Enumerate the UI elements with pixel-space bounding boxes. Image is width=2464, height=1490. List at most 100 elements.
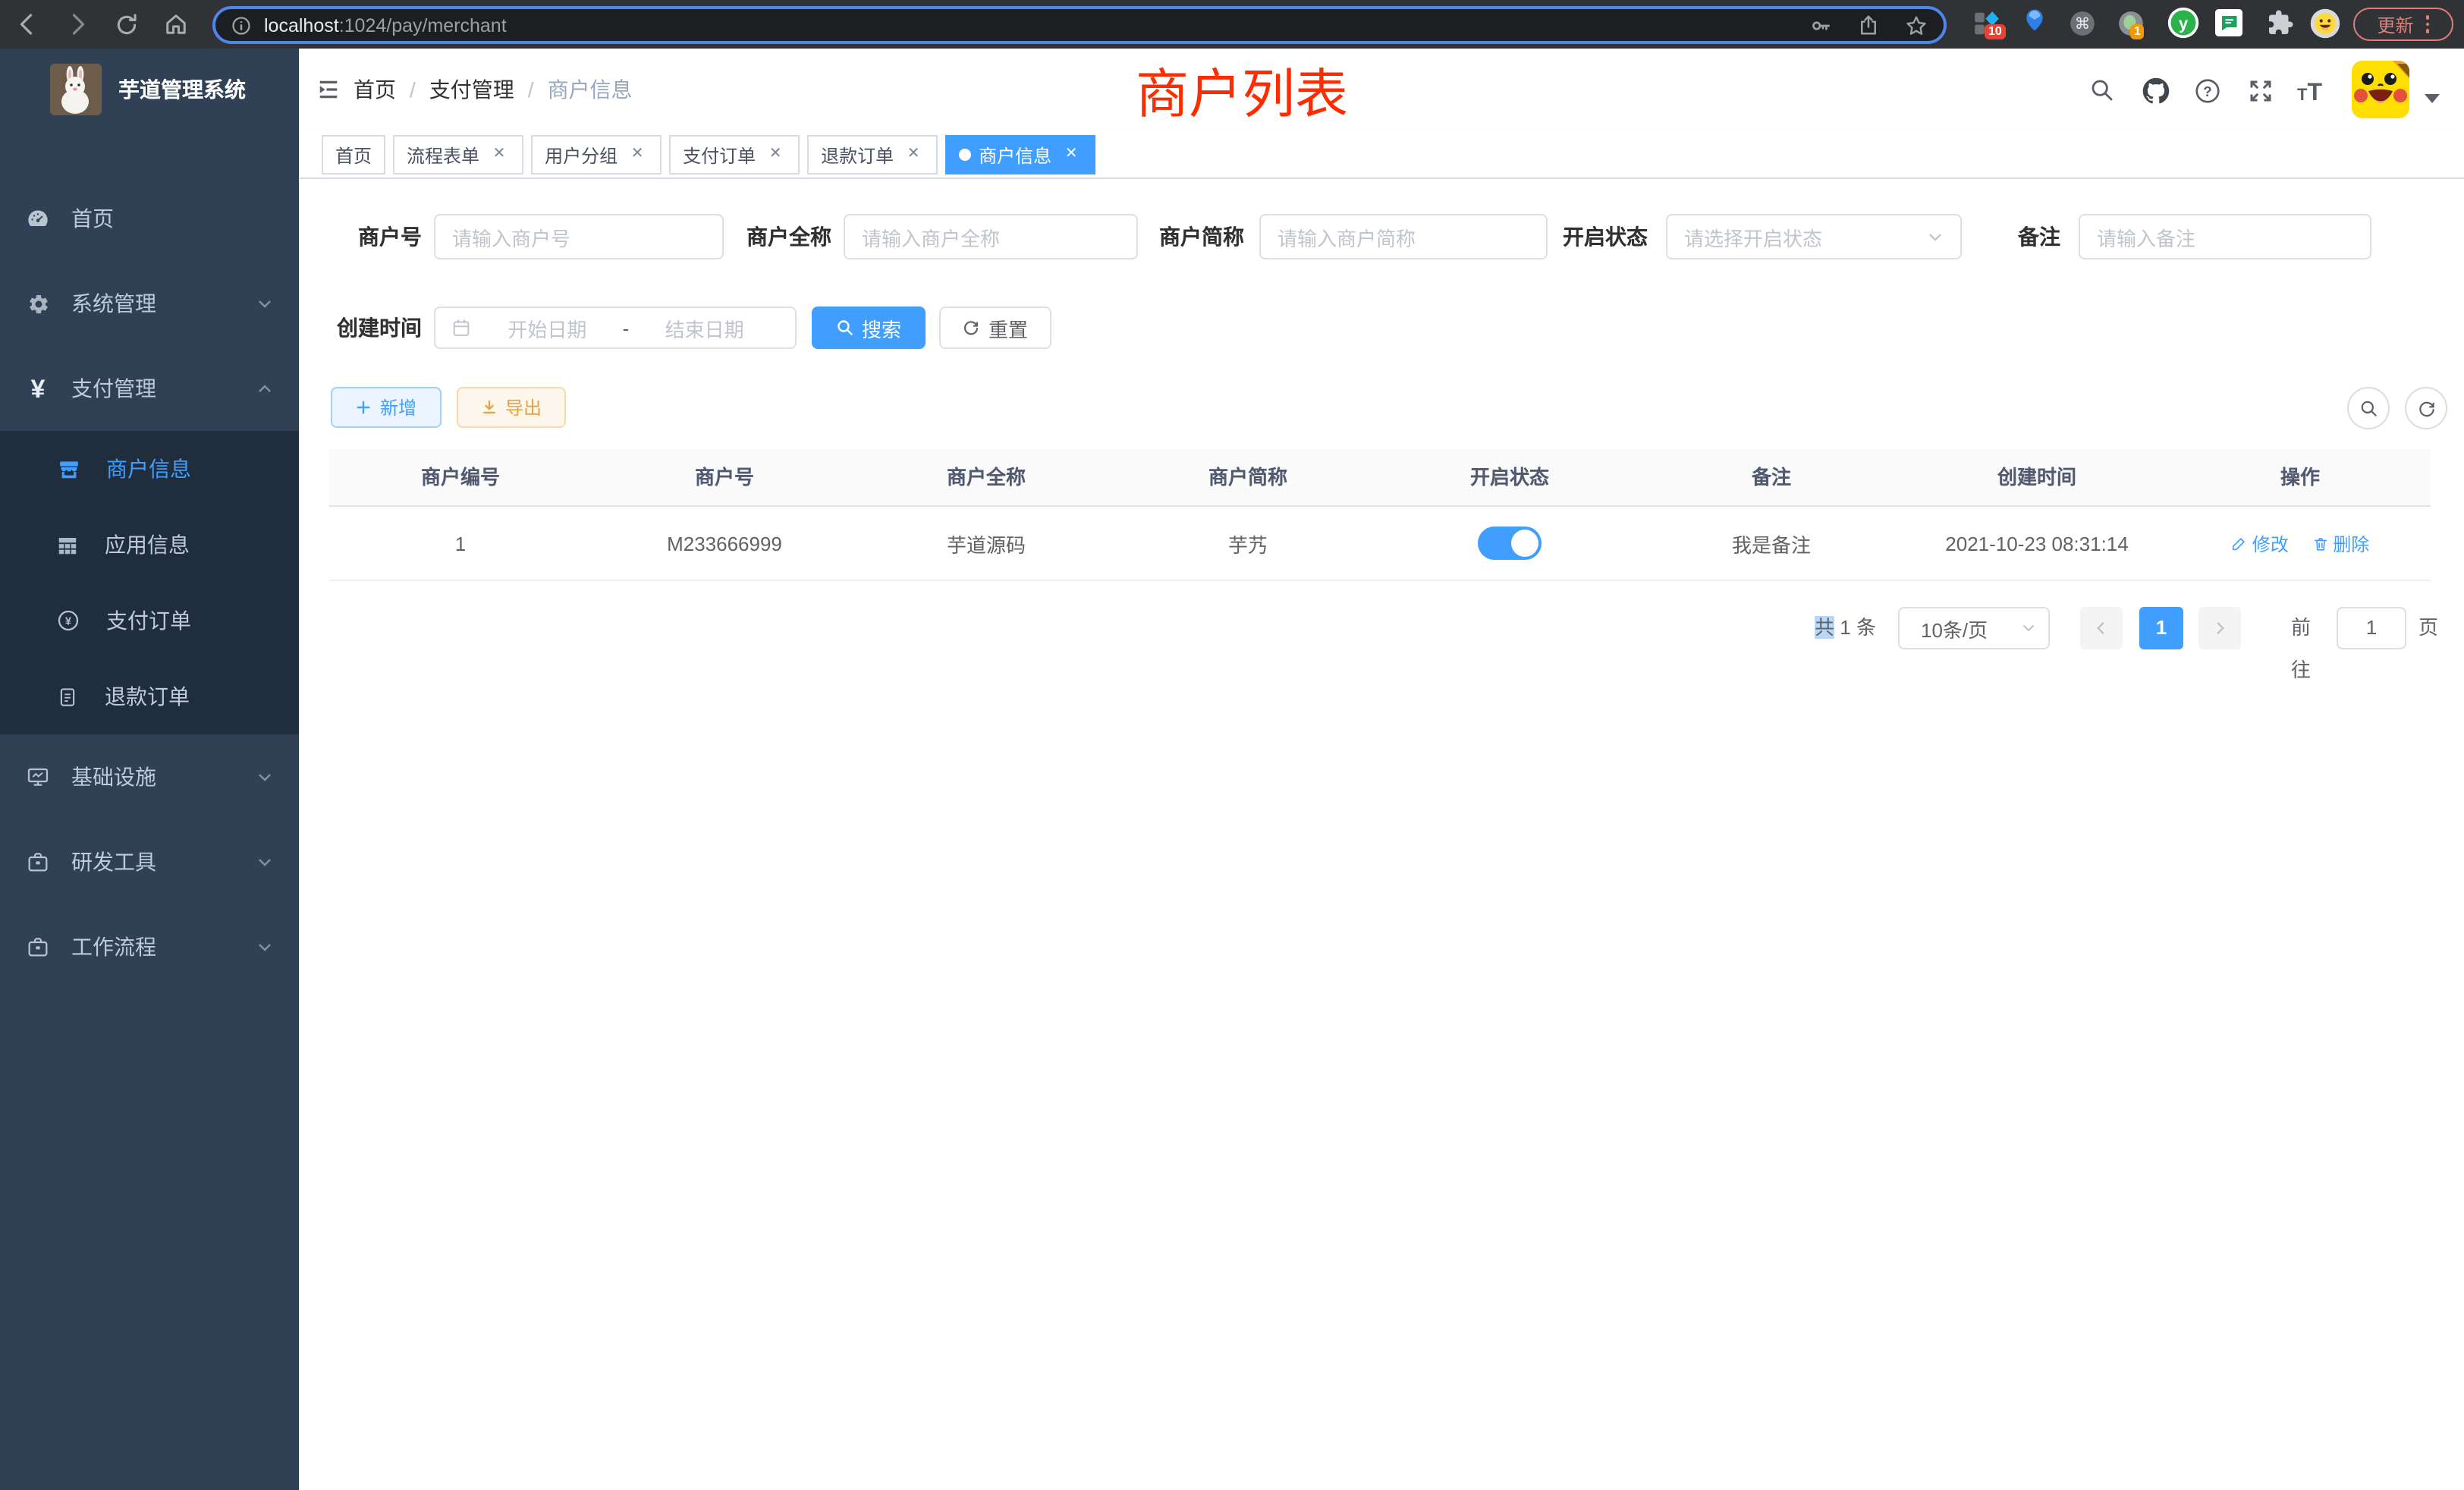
tab-pay-order[interactable]: 支付订单✕: [669, 135, 800, 174]
edit-link[interactable]: 修改: [2231, 530, 2289, 556]
tab-refund-order[interactable]: 退款订单✕: [807, 135, 938, 174]
site-info-icon[interactable]: [231, 14, 252, 36]
github-icon[interactable]: [2142, 77, 2170, 105]
sidebar-item-refund-order[interactable]: 退款订单: [0, 659, 299, 734]
status-select[interactable]: 请选择开启状态: [1666, 214, 1962, 259]
pagination-total: 共 1 条: [1815, 607, 1876, 649]
svg-text:y: y: [2179, 14, 2189, 33]
column-header: 商户号: [592, 449, 857, 505]
sidebar-item-label: 基础设施: [71, 762, 156, 792]
current-page[interactable]: 1: [2139, 607, 2183, 649]
extension-chat-icon[interactable]: [2215, 9, 2242, 36]
column-header: 商户简称: [1115, 449, 1381, 505]
prev-page-button[interactable]: [2080, 607, 2123, 649]
sidebar-item-label: 研发工具: [71, 847, 156, 877]
sidebar-item-workflow[interactable]: 工作流程: [0, 904, 299, 989]
column-header: 创建时间: [1904, 449, 2170, 505]
document-icon: [56, 685, 79, 708]
gear-icon: [26, 292, 50, 315]
tab-merchant-info[interactable]: 商户信息✕: [945, 135, 1095, 174]
browser-back-icon[interactable]: [14, 11, 41, 38]
extension-badge: 1: [2130, 24, 2145, 39]
sidebar-item-infra[interactable]: 基础设施: [0, 734, 299, 819]
svg-text:⌘: ⌘: [2075, 15, 2091, 33]
cell-full-name: 芋道源码: [857, 529, 1115, 558]
sidebar-item-pay[interactable]: ¥ 支付管理: [0, 346, 299, 431]
merchant-name-input[interactable]: 请输入商户全称: [844, 214, 1138, 259]
browser-home-icon[interactable]: [162, 11, 190, 38]
chevron-down-icon: [2021, 621, 2036, 636]
font-size-icon[interactable]: TT: [2297, 80, 2322, 108]
close-icon[interactable]: ✕: [489, 144, 510, 165]
close-icon[interactable]: ✕: [1061, 144, 1082, 165]
page-size-select[interactable]: 10条/页: [1898, 607, 2050, 649]
search-button[interactable]: 搜索: [812, 306, 926, 349]
sidebar-item-system[interactable]: 系统管理: [0, 261, 299, 346]
merchant-no-input[interactable]: 请输入商户号: [434, 214, 724, 259]
app-title: 芋道管理系统: [118, 74, 246, 105]
caret-down-icon[interactable]: [2425, 94, 2440, 105]
browser-chrome: localhost:1024/pay/merchant 10 ⌘: [0, 0, 2464, 49]
close-icon[interactable]: ✕: [627, 144, 648, 165]
sidebar-item-pay-order[interactable]: ¥ 支付订单: [0, 583, 299, 659]
sidebar-item-devtools[interactable]: 研发工具: [0, 819, 299, 904]
toolbox-icon: [26, 935, 50, 959]
extension-sketch-icon[interactable]: 10: [1972, 9, 2001, 38]
update-label: 更新: [2377, 11, 2413, 37]
filter-label-merchant-no: 商户号: [319, 214, 422, 259]
avatar[interactable]: [2352, 61, 2409, 118]
goto-page-input[interactable]: 1: [2337, 607, 2406, 649]
profile-emoji-icon[interactable]: [2309, 8, 2341, 39]
navbar: 首页 / 支付管理 / 商户信息 商户列表 ?: [299, 49, 2464, 130]
help-icon[interactable]: ?: [2194, 77, 2221, 105]
tab-home[interactable]: 首页: [322, 135, 385, 174]
next-page-button[interactable]: [2198, 607, 2241, 649]
browser-reload-icon[interactable]: [114, 11, 141, 38]
tags-view: 首页 流程表单✕ 用户分组✕ 支付订单✕ 退款订单✕ 商户信息✕: [299, 130, 2464, 179]
refresh-button[interactable]: [2405, 387, 2447, 429]
browser-update-button[interactable]: 更新: [2353, 8, 2453, 41]
breadcrumb-pay[interactable]: 支付管理: [429, 74, 514, 105]
create-time-range-input[interactable]: 开始日期 - 结束日期: [434, 306, 797, 349]
add-button[interactable]: 新增: [331, 387, 442, 428]
logo[interactable]: 芋道管理系统: [0, 49, 299, 130]
merchant-short-input[interactable]: 请输入商户简称: [1259, 214, 1548, 259]
extension-grey-icon[interactable]: 1: [2117, 9, 2145, 38]
hamburger-icon[interactable]: [317, 79, 340, 100]
fullscreen-icon[interactable]: [2247, 77, 2274, 105]
cell-remark: 我是备注: [1639, 529, 1904, 558]
sidebar-item-label: 退款订单: [105, 681, 190, 712]
share-icon[interactable]: [1857, 14, 1880, 36]
filter-label-status: 开启状态: [1545, 214, 1648, 259]
sidebar-item-app-info[interactable]: 应用信息: [0, 507, 299, 583]
cell-status: [1381, 527, 1639, 560]
search-icon[interactable]: [2089, 77, 2115, 103]
reset-button[interactable]: 重置: [939, 306, 1051, 349]
page-annotation: 商户列表: [1132, 52, 1352, 129]
bookmark-star-icon[interactable]: [1904, 13, 1928, 37]
password-key-icon[interactable]: [1809, 13, 1833, 37]
extension-command-icon[interactable]: ⌘: [2068, 9, 2097, 38]
toggle-search-button[interactable]: [2347, 387, 2390, 429]
remark-input[interactable]: 请输入备注: [2079, 214, 2371, 259]
close-icon[interactable]: ✕: [903, 144, 924, 165]
extension-balloon-icon[interactable]: [2022, 8, 2047, 38]
extension-y-icon[interactable]: y: [2167, 6, 2200, 39]
extensions-puzzle-icon[interactable]: [2267, 9, 2294, 36]
column-header: 商户编号: [329, 449, 592, 505]
chevron-down-icon: [256, 938, 273, 955]
tab-process-form[interactable]: 流程表单✕: [393, 135, 523, 174]
delete-link[interactable]: 删除: [2312, 530, 2369, 556]
status-toggle[interactable]: [1478, 527, 1542, 560]
sidebar-item-merchant-info[interactable]: 商户信息: [0, 431, 299, 507]
browser-forward-icon[interactable]: [64, 11, 91, 38]
browser-menu-icon[interactable]: [2426, 16, 2430, 33]
sidebar-item-label: 首页: [71, 203, 114, 234]
export-button[interactable]: 导出: [457, 387, 566, 428]
yuan-icon: ¥: [26, 376, 50, 401]
sidebar-item-home[interactable]: 首页: [0, 176, 299, 261]
tab-user-group[interactable]: 用户分组✕: [531, 135, 662, 174]
close-icon[interactable]: ✕: [765, 144, 786, 165]
address-bar[interactable]: localhost:1024/pay/merchant: [212, 6, 1947, 44]
breadcrumb-home[interactable]: 首页: [354, 74, 396, 105]
